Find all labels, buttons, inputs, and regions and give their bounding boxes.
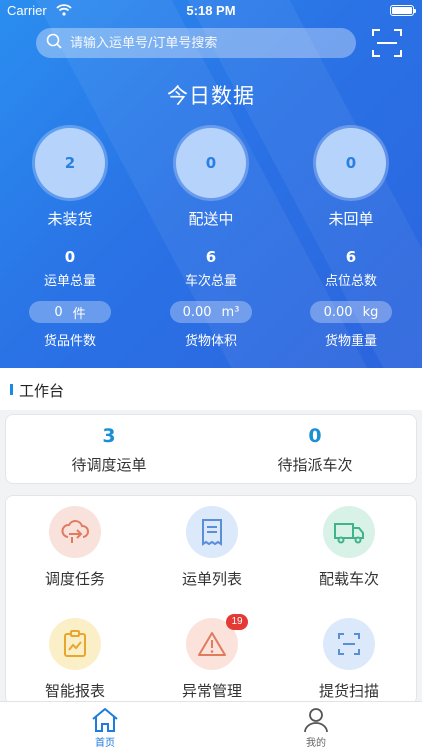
measure-value: 0.00	[323, 304, 353, 320]
measure-label: 货物体积	[184, 334, 237, 349]
stat-label: 车次总量	[184, 274, 237, 289]
status-time: 5:18 PM	[186, 3, 236, 18]
measure-unit: 件	[72, 306, 86, 322]
warning-icon: 19	[186, 614, 248, 670]
stat-label: 点位总数	[324, 274, 377, 289]
scan-code-icon[interactable]	[371, 27, 403, 59]
stat-label: 运单总量	[43, 274, 96, 289]
search-bar[interactable]	[36, 28, 356, 58]
pending-card: 3 待调度运单 0 待指派车次	[5, 414, 417, 484]
count-circle: 0	[316, 128, 386, 198]
search-icon	[46, 33, 62, 53]
pending-label: 待指派车次	[277, 456, 353, 474]
measure-pill: 0.00 m³	[170, 301, 252, 323]
count-value: 2	[64, 154, 76, 172]
truck-icon	[323, 506, 375, 558]
pickup-scan-button[interactable]: 提货扫描	[289, 618, 409, 701]
pending-assign-trips[interactable]: 0 待指派车次	[212, 425, 418, 475]
tab-home[interactable]: 首页	[75, 706, 135, 749]
stat-value: 6	[345, 248, 357, 266]
dispatch-task-button[interactable]: 调度任务	[15, 506, 135, 589]
tab-label: 首页	[95, 738, 115, 749]
status-not-returned[interactable]: 0 未回单	[315, 128, 387, 229]
measure-value: 0	[54, 304, 63, 320]
loading-trips-button[interactable]: 配载车次	[289, 506, 409, 589]
header-panel: Carrier 5:18 PM 今日数据 2 未装货 0 配送中 0 未回单 0…	[0, 0, 422, 368]
function-label: 运单列表	[181, 570, 242, 588]
function-label: 配载车次	[318, 570, 379, 588]
measure-label: 货品件数	[43, 334, 96, 349]
workbench-title: 工作台	[19, 382, 65, 400]
stat-value: 6	[205, 248, 217, 266]
measure-pieces: 0 件 货品件数	[15, 301, 125, 349]
page-title: 今日数据	[167, 84, 255, 108]
count-label: 未回单	[328, 210, 374, 228]
stat-trip-total: 6 车次总量	[161, 248, 261, 289]
count-label: 配送中	[188, 210, 234, 228]
waybill-list-icon	[186, 506, 238, 558]
pending-value: 3	[102, 425, 116, 447]
function-label: 提货扫描	[318, 682, 379, 700]
home-icon	[90, 706, 120, 734]
waybill-list-button[interactable]: 运单列表	[152, 506, 272, 589]
measure-unit: m³	[221, 304, 240, 320]
dispatch-icon	[49, 506, 101, 558]
notification-badge: 19	[226, 614, 248, 630]
count-circle: 0	[176, 128, 246, 198]
function-grid: 调度任务 运单列表 配载车次 智能报表 19 异常管理 提货扫描	[5, 495, 417, 705]
profile-icon	[301, 706, 331, 734]
tab-bar: 首页 我的	[0, 701, 422, 750]
measure-pill: 0.00 kg	[310, 301, 392, 323]
tab-profile[interactable]: 我的	[286, 706, 346, 749]
measure-label: 货物重量	[324, 334, 377, 349]
stat-value: 0	[64, 248, 76, 266]
report-icon	[49, 618, 101, 670]
measure-volume: 0.00 m³ 货物体积	[156, 301, 266, 349]
workbench-header: 工作台	[0, 368, 422, 410]
pending-label: 待调度运单	[71, 456, 147, 474]
stat-point-total: 6 点位总数	[301, 248, 401, 289]
battery-icon	[390, 5, 416, 16]
count-value: 0	[345, 154, 357, 172]
status-delivering[interactable]: 0 配送中	[175, 128, 247, 229]
scan-icon	[323, 618, 375, 670]
smart-report-button[interactable]: 智能报表	[15, 618, 135, 701]
function-label: 调度任务	[44, 570, 105, 588]
exception-management-button[interactable]: 19 异常管理	[152, 614, 272, 701]
function-label: 智能报表	[44, 682, 105, 700]
status-unloaded[interactable]: 2 未装货	[34, 128, 106, 229]
pending-dispatch-waybills[interactable]: 3 待调度运单	[6, 425, 212, 475]
section-marker	[10, 384, 13, 395]
count-value: 0	[205, 154, 217, 172]
stat-waybill-total: 0 运单总量	[20, 248, 120, 289]
tab-label: 我的	[306, 738, 326, 749]
status-bar: Carrier 5:18 PM	[0, 0, 422, 22]
measure-weight: 0.00 kg 货物重量	[296, 301, 406, 349]
search-input[interactable]	[70, 35, 330, 51]
count-label: 未装货	[47, 210, 93, 228]
measure-unit: kg	[362, 304, 379, 320]
count-circle: 2	[35, 128, 105, 198]
pending-value: 0	[308, 425, 322, 447]
function-label: 异常管理	[181, 682, 242, 700]
measure-pill: 0 件	[29, 301, 111, 323]
measure-value: 0.00	[182, 304, 212, 320]
